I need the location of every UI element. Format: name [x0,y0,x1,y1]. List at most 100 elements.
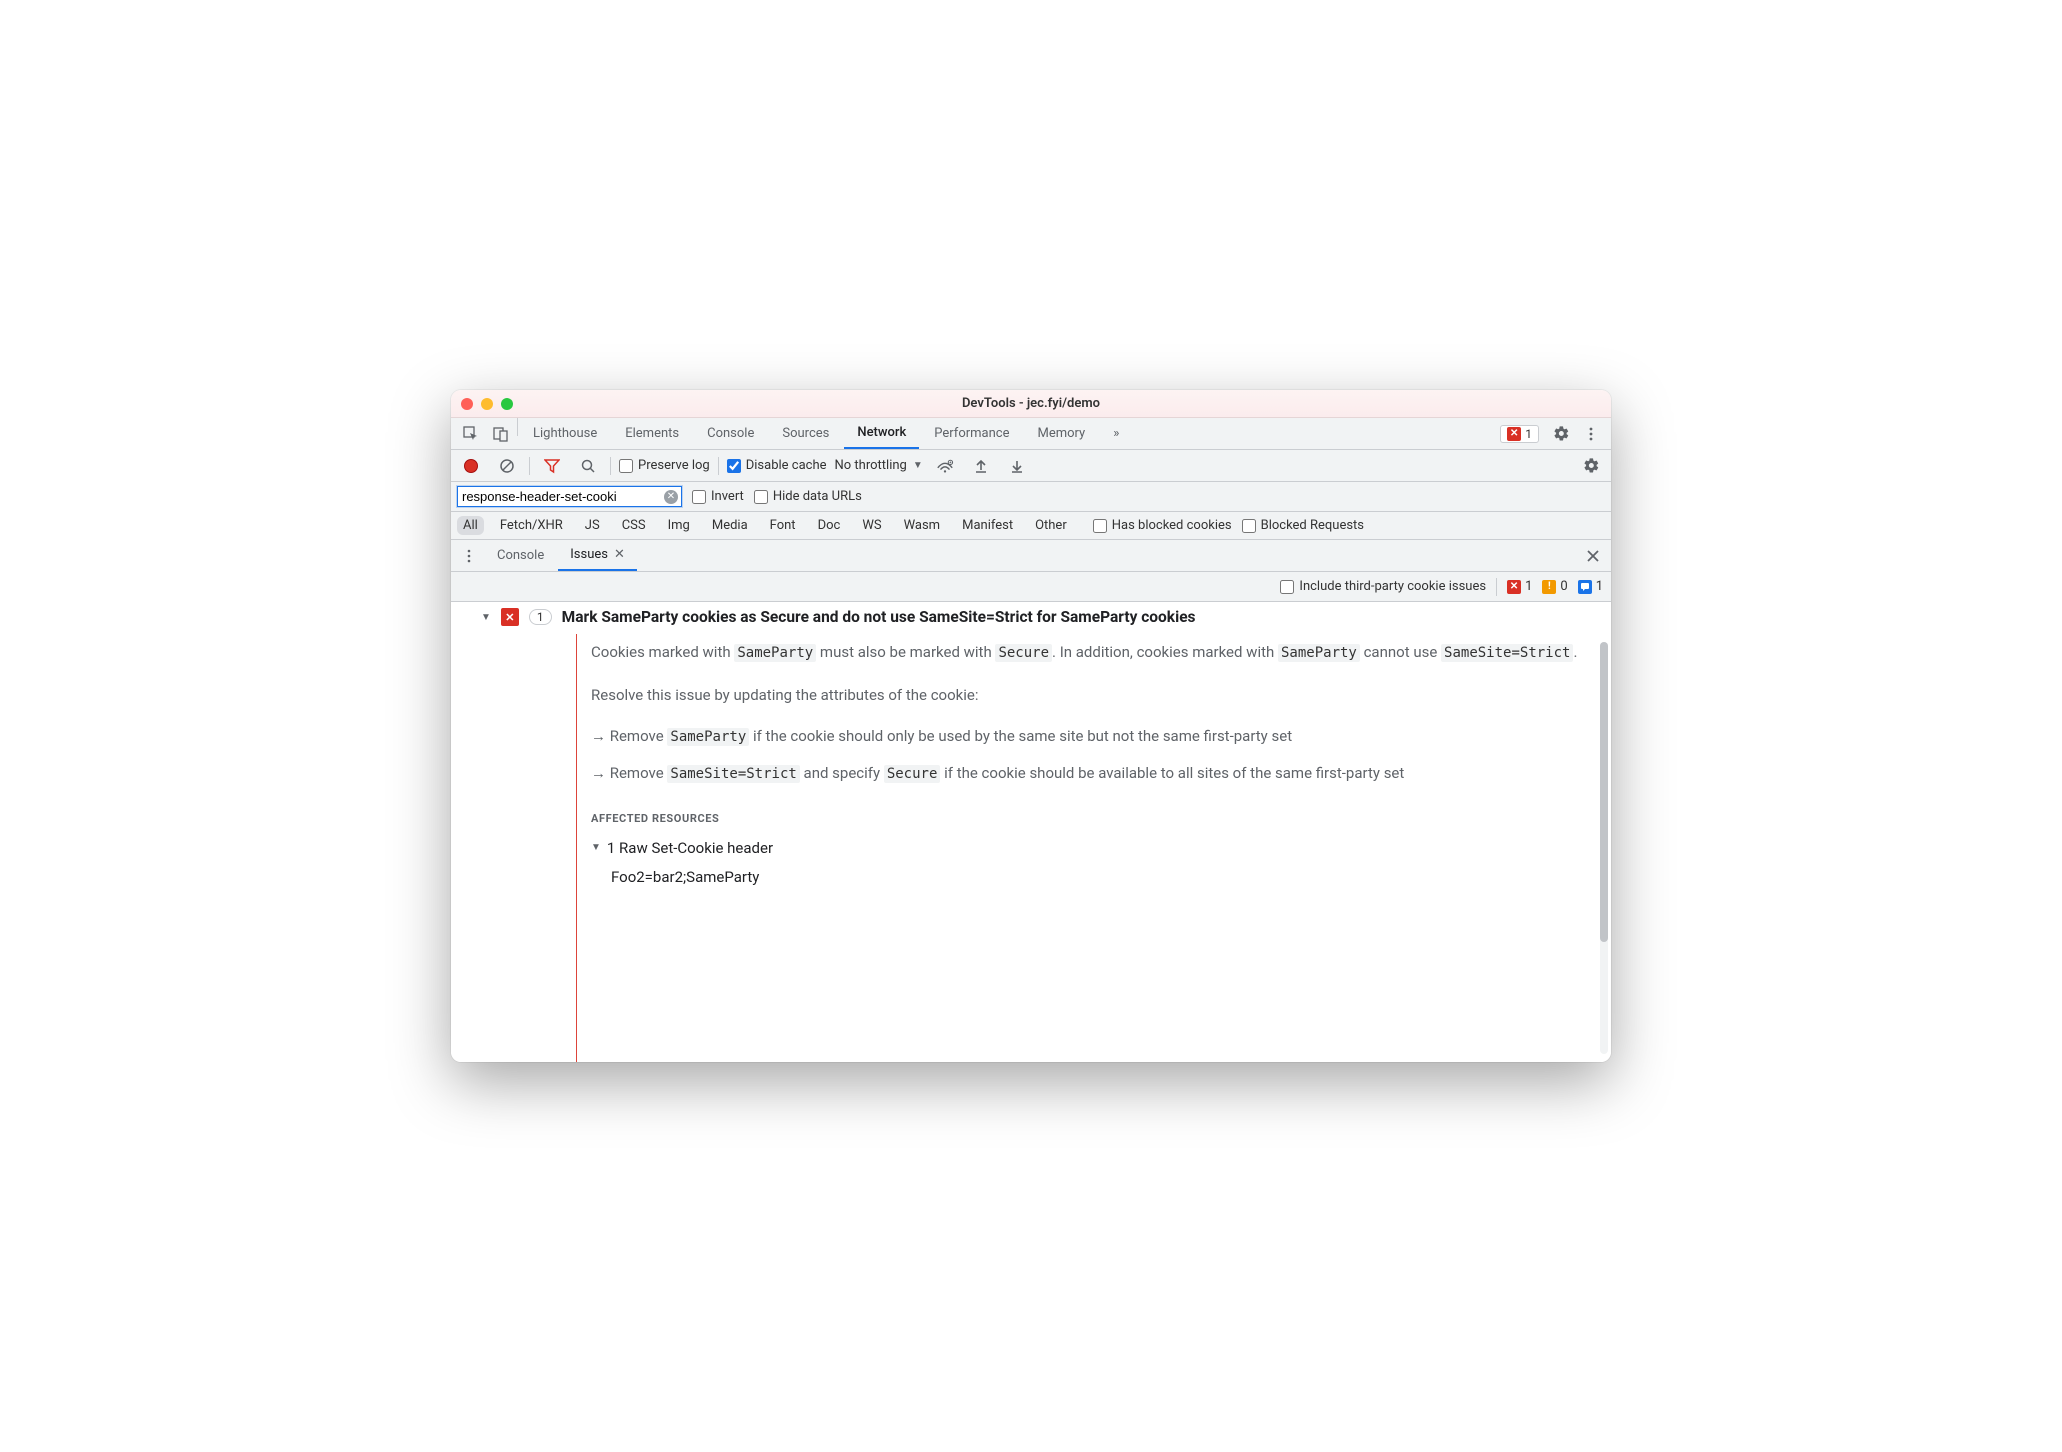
menu-icon[interactable] [1577,418,1605,449]
throttling-select[interactable]: No throttling ▼ [835,458,923,473]
invert-label: Invert [711,489,744,504]
download-har-icon[interactable] [1003,458,1031,474]
resolution-bullet-1: Remove SameParty if the cookie should on… [591,724,1589,749]
drawer-tab-console[interactable]: Console [485,540,556,571]
search-icon[interactable] [574,458,602,474]
type-css[interactable]: CSS [616,516,652,535]
issue-count-error[interactable]: ✕ 1 [1507,579,1532,594]
tabs-overflow[interactable]: » [1100,418,1132,449]
disable-cache-label: Disable cache [746,458,827,473]
type-ws[interactable]: WS [856,516,887,535]
settings-icon[interactable] [1547,418,1575,449]
preserve-log-checkbox[interactable]: Preserve log [619,458,710,473]
filter-icon[interactable] [538,458,566,474]
issue-title: Mark SameParty cookies as Secure and do … [562,608,1196,626]
network-toolbar: Preserve log Disable cache No throttling… [451,450,1611,482]
type-img[interactable]: Img [662,516,696,535]
drawer-tab-issues-label: Issues [570,547,608,562]
network-conditions-icon[interactable] [931,458,959,474]
issue-severity-line [576,634,577,1062]
resolution-bullet-2: Remove SameSite=Strict and specify Secur… [591,761,1589,786]
info-icon [1578,580,1592,594]
expand-toggle-icon[interactable]: ▼ [481,612,491,623]
type-wasm[interactable]: Wasm [898,516,947,535]
divider [529,457,530,475]
code-sameparty: SameParty [667,728,749,746]
affected-resource-row[interactable]: ▼ 1 Raw Set-Cookie header [591,836,1589,861]
scrollbar-thumb[interactable] [1600,642,1608,942]
type-font[interactable]: Font [764,516,802,535]
upload-har-icon[interactable] [967,458,995,474]
type-all[interactable]: All [457,516,484,535]
error-icon: ✕ [1507,427,1521,441]
chevron-down-icon: ▼ [913,460,923,471]
drawer-close-icon[interactable] [1579,540,1607,571]
tab-memory[interactable]: Memory [1024,418,1098,449]
affected-resource-label: 1 Raw Set-Cookie header [607,836,773,861]
code-samesite-strict: SameSite=Strict [667,765,799,783]
type-doc[interactable]: Doc [812,516,847,535]
warning-icon: ! [1542,580,1556,594]
issue-error-count: 1 [1525,579,1532,594]
include-third-party-label: Include third-party cookie issues [1299,579,1486,594]
code-secure: Secure [884,765,941,783]
error-icon: ✕ [501,608,519,626]
hide-data-urls-label: Hide data URLs [773,489,862,504]
code-sameparty: SameParty [734,644,816,662]
issues-toolbar: Include third-party cookie issues ✕ 1 ! … [451,572,1611,602]
expand-toggle-icon[interactable]: ▼ [591,840,601,857]
disable-cache-checkbox[interactable]: Disable cache [727,458,827,473]
inspect-icon[interactable] [457,418,485,449]
error-count: 1 [1525,427,1532,441]
network-settings-icon[interactable] [1577,457,1605,474]
error-count-badge[interactable]: ✕ 1 [1500,425,1539,443]
type-js[interactable]: JS [579,516,606,535]
type-fetchxhr[interactable]: Fetch/XHR [494,516,569,535]
code-samesite-strict: SameSite=Strict [1441,644,1573,662]
has-blocked-label: Has blocked cookies [1112,518,1232,533]
issues-panel: ▼ ✕ 1 Mark SameParty cookies as Secure a… [451,602,1611,1062]
cookie-value: Foo2=bar2;SameParty [611,865,1589,890]
drawer-menu-icon[interactable] [455,540,483,571]
drawer-tabbar: Console Issues ✕ [451,540,1611,572]
tab-network[interactable]: Network [844,418,919,449]
issue-description: Cookies marked with SameParty must also … [451,632,1611,1062]
issue-count-info[interactable]: 1 [1578,579,1603,594]
tab-sources[interactable]: Sources [769,418,842,449]
tab-performance[interactable]: Performance [921,418,1022,449]
issue-warn-count: 0 [1560,579,1567,594]
tab-elements[interactable]: Elements [612,418,692,449]
record-button[interactable] [457,459,485,473]
issue-count-badge: 1 [529,609,552,625]
code-sameparty: SameParty [1278,644,1360,662]
blocked-requests-label: Blocked Requests [1261,518,1364,533]
device-toggle-icon[interactable] [487,418,515,449]
type-other[interactable]: Other [1029,516,1073,535]
tab-console[interactable]: Console [694,418,767,449]
blocked-requests-checkbox[interactable]: Blocked Requests [1242,518,1364,533]
has-blocked-cookies-checkbox[interactable]: Has blocked cookies [1093,518,1232,533]
clear-icon[interactable] [493,458,521,474]
filter-bar: ✕ Invert Hide data URLs [451,482,1611,512]
preserve-log-label: Preserve log [638,458,710,473]
include-third-party-checkbox[interactable]: Include third-party cookie issues [1280,579,1486,594]
type-media[interactable]: Media [706,516,754,535]
filter-input[interactable] [457,486,682,507]
issue-info-count: 1 [1596,579,1603,594]
resolve-instruction: Resolve this issue by updating the attri… [591,683,1589,708]
hide-data-urls-checkbox[interactable]: Hide data URLs [754,489,862,504]
invert-checkbox[interactable]: Invert [692,489,744,504]
divider [517,418,518,436]
type-manifest[interactable]: Manifest [956,516,1019,535]
error-icon: ✕ [1507,580,1521,594]
titlebar: DevTools - jec.fyi/demo [451,390,1611,418]
affected-resources-header: AFFECTED RESOURCES [591,810,1589,828]
tab-lighthouse[interactable]: Lighthouse [520,418,610,449]
window-title: DevTools - jec.fyi/demo [451,396,1611,411]
issue-header-row[interactable]: ▼ ✕ 1 Mark SameParty cookies as Secure a… [451,602,1611,632]
close-tab-icon[interactable]: ✕ [614,547,625,562]
type-filter-row: All Fetch/XHR JS CSS Img Media Font Doc … [451,512,1611,540]
issue-count-warn[interactable]: ! 0 [1542,579,1567,594]
clear-filter-icon[interactable]: ✕ [664,490,678,504]
drawer-tab-issues[interactable]: Issues ✕ [558,540,637,571]
